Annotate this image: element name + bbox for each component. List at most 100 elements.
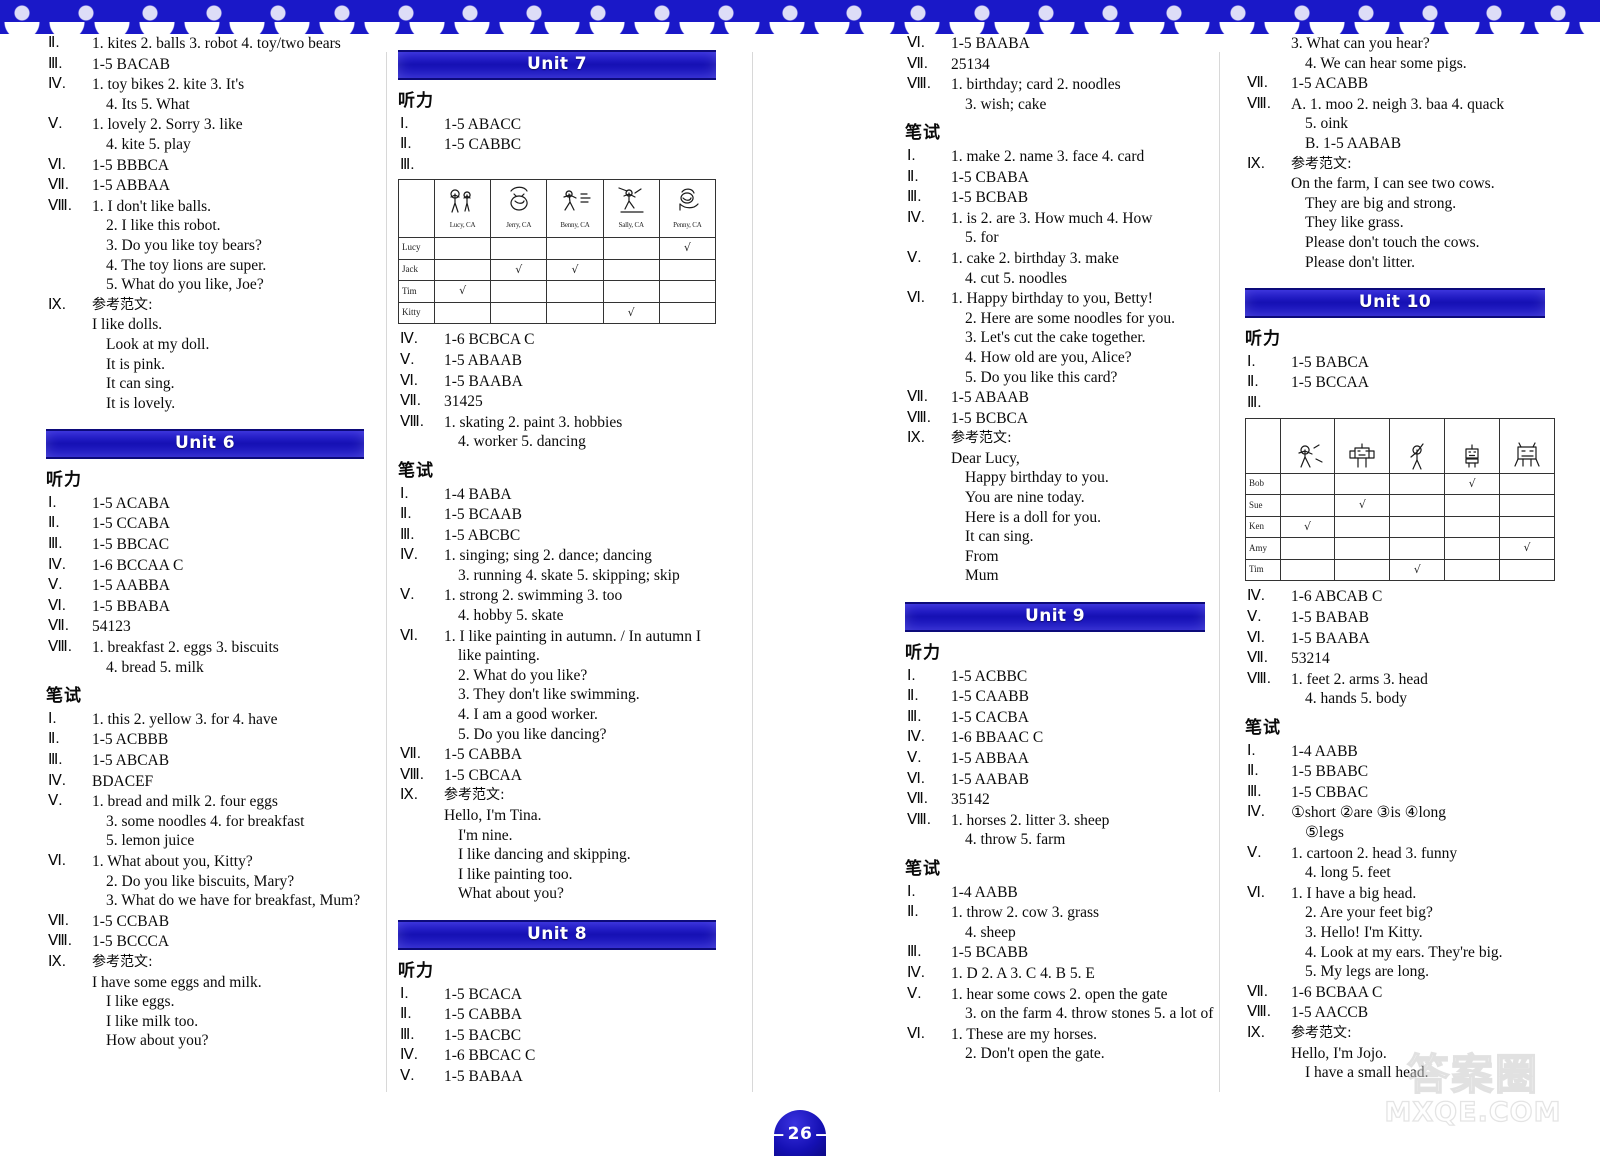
answer-line: It is lovely. bbox=[106, 394, 176, 412]
table-row-label: Ken bbox=[1245, 515, 1281, 539]
answer-number: Ⅶ. bbox=[907, 791, 928, 808]
table-cell-checked: √ bbox=[1334, 494, 1391, 517]
answer-line: 1-6 BCCAA C bbox=[92, 556, 184, 574]
table-row-label: Amy bbox=[1245, 537, 1281, 560]
answer-row: Ⅰ. 1-5 BABCA bbox=[1245, 353, 1555, 373]
answer-number: Ⅰ. bbox=[907, 147, 916, 164]
answer-body: 1-6 ABCAB C bbox=[1291, 587, 1555, 607]
answer-line: 1-5 BCBCA bbox=[951, 409, 1029, 427]
answer-row: Ⅱ. 1-5 CABBC bbox=[398, 135, 716, 155]
answer-line: 1-5 ABACC bbox=[444, 115, 522, 133]
answer-row: Ⅰ. 1-4 BABA bbox=[398, 485, 716, 505]
answer-line: They like grass. bbox=[1305, 214, 1404, 232]
answer-line: 1. I like painting in autumn. / In autum… bbox=[444, 627, 701, 645]
answer-line: 1-6 BBCAC C bbox=[444, 1047, 536, 1065]
answer-line: 1. toy bikes 2. kite 3. It's bbox=[92, 76, 245, 94]
answer-line: 1-5 CBCAA bbox=[444, 766, 522, 784]
answer-number: Ⅱ. bbox=[1247, 763, 1259, 780]
answer-number: Ⅰ. bbox=[48, 710, 57, 727]
answer-number: Ⅸ. bbox=[907, 430, 925, 447]
answer-line: 1-5 BAABA bbox=[444, 372, 523, 390]
answer-line: 5. oink bbox=[1305, 115, 1349, 133]
answer-row: Ⅱ. 1-5 CCABA bbox=[46, 514, 396, 534]
table-header-caption bbox=[1500, 472, 1554, 473]
answer-line: 1. birthday; card 2. noodles bbox=[951, 76, 1121, 94]
answer-body: 1. breakfast 2. eggs 3. biscuits 4. bread… bbox=[92, 638, 396, 677]
table-row-label: Lucy bbox=[398, 236, 435, 260]
answer-row: Ⅲ. 1-5 CBBAC bbox=[1245, 783, 1555, 803]
table-cell-empty bbox=[546, 236, 604, 260]
answer-line: 5. What do you like, Joe? bbox=[106, 276, 264, 294]
answer-row: Ⅷ. 1-5 BCCCA bbox=[46, 932, 396, 952]
section-heading: 笔试 bbox=[905, 123, 941, 144]
answer-body: 1. cake 2. birthday 3. make 4. cut 5. noo… bbox=[951, 249, 1235, 288]
answer-row: Ⅳ. 1. singing; sing 2. dance; dancing 3. r… bbox=[398, 546, 716, 585]
answer-number: Ⅸ. bbox=[1247, 1024, 1265, 1041]
answer-body: 1-6 BBAAC C bbox=[951, 728, 1235, 748]
answer-line: 1-5 BACAB bbox=[92, 55, 170, 73]
answer-line: 1. I have a big head. bbox=[1291, 884, 1417, 902]
answer-line: 1-5 BAABA bbox=[1291, 629, 1370, 647]
answer-number: Ⅲ. bbox=[48, 55, 63, 72]
answer-line: 1-5 BCCCA bbox=[92, 933, 170, 951]
answer-line: 1-5 CCBAB bbox=[92, 912, 170, 930]
answer-row: Ⅳ. 1. toy bikes 2. kite 3. It's 4. Its 5. … bbox=[46, 75, 396, 114]
answer-line: 1-5 BCAAB bbox=[444, 506, 522, 524]
answer-number: Ⅶ. bbox=[1247, 650, 1268, 667]
answer-line: 4. hands 5. body bbox=[1305, 690, 1408, 708]
unit-title: Unit 8 bbox=[526, 924, 587, 945]
answer-line: 1-5 BCABB bbox=[951, 944, 1029, 962]
answer-line: BDACEF bbox=[92, 772, 154, 790]
table-row-label: Kitty bbox=[398, 301, 435, 325]
answer-row: Ⅶ. 31425 bbox=[398, 392, 716, 412]
check-icon: √ bbox=[459, 284, 467, 298]
answer-row: Ⅷ. 1. feet 2. arms 3. head 4. hands 5. bod… bbox=[1245, 670, 1555, 709]
answer-body: 1-5 ABBAA bbox=[951, 749, 1235, 769]
answer-row: Ⅷ. 1-5 CBCAA bbox=[398, 766, 716, 786]
answer-line: 1-5 BCCAA bbox=[1291, 374, 1369, 392]
answer-line: ①short ②are ③is ④long bbox=[1291, 804, 1447, 822]
answer-number: Ⅴ. bbox=[400, 1067, 415, 1084]
answer-line: I like dolls. bbox=[92, 316, 163, 334]
answer-body: 1-5 ABCAB bbox=[92, 751, 396, 771]
unit10-listening-table: Bob √ Sue √ Ken √ Amy √ Tim √ bbox=[1245, 417, 1555, 582]
unit-banner: Unit 10 bbox=[1245, 288, 1545, 319]
answer-number: Ⅳ. bbox=[48, 76, 66, 93]
sample-essay-label: 参考范文: bbox=[1291, 155, 1352, 172]
table-row-label: Tim bbox=[1245, 558, 1281, 582]
answer-line: I have a small head. bbox=[1305, 1064, 1429, 1082]
answer-number: Ⅰ. bbox=[400, 115, 409, 132]
answer-body: 1. I don't like balls. 2. I like this rob… bbox=[92, 197, 396, 295]
answer-line: 4. throw 5. farm bbox=[965, 831, 1066, 849]
answer-number: Ⅴ. bbox=[1247, 844, 1262, 861]
answer-line: B. 1-5 AABAB bbox=[1305, 134, 1402, 152]
answer-line: 1. make 2. name 3. face 4. card bbox=[951, 147, 1145, 165]
answer-number: Ⅶ. bbox=[48, 912, 69, 929]
answer-line: 3. They don't like swimming. bbox=[458, 686, 640, 704]
check-icon: √ bbox=[627, 305, 635, 319]
answer-row: Ⅷ. 1. I don't like balls. 2. I like this r… bbox=[46, 197, 396, 295]
answer-row: Ⅲ. 1-5 BCBAB bbox=[905, 188, 1235, 208]
answer-row: Ⅵ. 1-5 BBBCA bbox=[46, 156, 396, 176]
answer-number: Ⅶ. bbox=[907, 55, 928, 72]
answer-line: 1. Happy birthday to you, Betty! bbox=[951, 290, 1153, 308]
table-header-cell bbox=[1499, 417, 1555, 474]
section-heading: 笔试 bbox=[1245, 718, 1281, 739]
answer-line: 1. lovely 2. Sorry 3. like bbox=[92, 116, 243, 134]
answer-row: Ⅱ. 1-5 BBABC bbox=[1245, 762, 1555, 782]
table-cell-empty bbox=[433, 258, 492, 282]
answer-body: BDACEF bbox=[92, 772, 396, 792]
answer-number: Ⅲ. bbox=[400, 1026, 415, 1043]
table-cell-empty bbox=[490, 280, 548, 303]
table-header-cell: Benny, CA bbox=[546, 179, 604, 238]
answer-line: 4. We can hear some pigs. bbox=[1305, 54, 1467, 72]
page-dash-left: — bbox=[769, 1125, 785, 1143]
answer-row: Ⅳ. BDACEF bbox=[46, 772, 396, 792]
table-row: Bob √ bbox=[1245, 472, 1555, 496]
answer-line: 2. Do you like biscuits, Mary? bbox=[106, 872, 295, 890]
answer-line: Hello, I'm Tina. bbox=[444, 807, 542, 824]
answer-line: 1. strong 2. swimming 3. too bbox=[444, 587, 623, 605]
answer-number: Ⅵ. bbox=[48, 852, 66, 869]
answer-row: Ⅲ. 1-5 BBCAC bbox=[46, 535, 396, 555]
answer-number: Ⅲ. bbox=[907, 944, 922, 961]
